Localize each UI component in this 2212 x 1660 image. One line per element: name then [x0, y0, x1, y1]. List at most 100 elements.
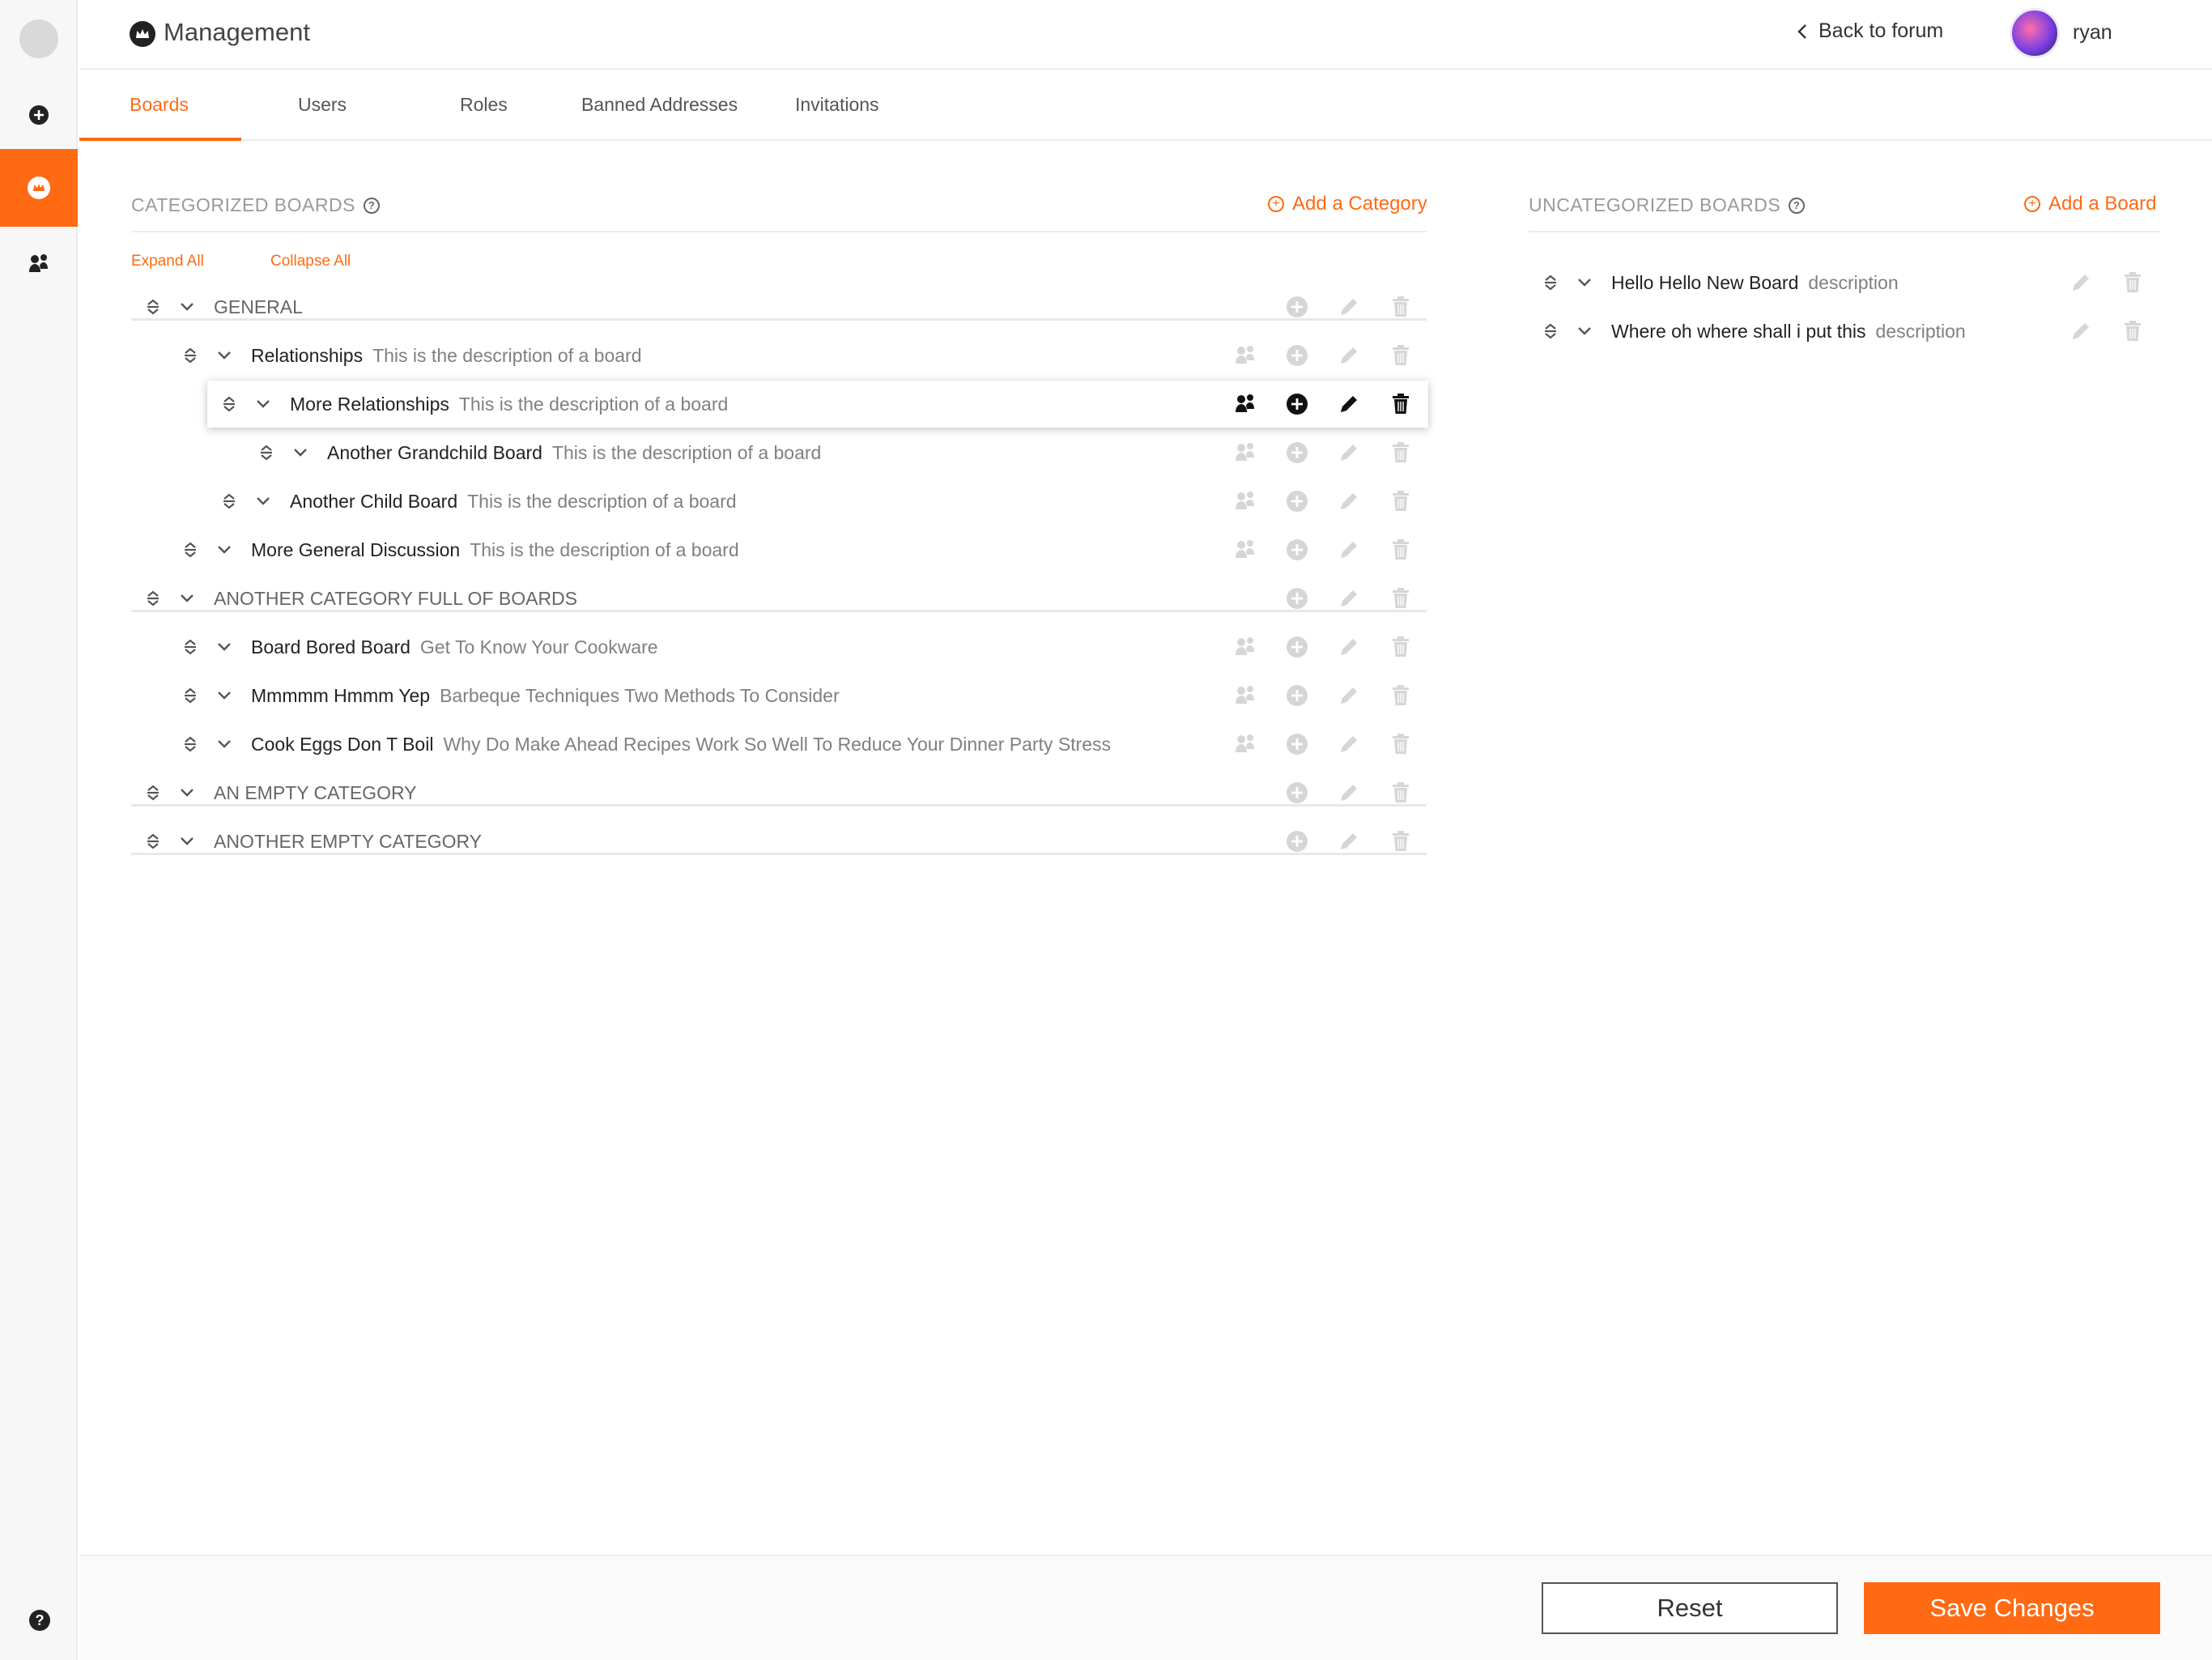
question-icon[interactable]: ?: [1789, 197, 1806, 214]
add-circle-icon[interactable]: [1285, 586, 1309, 611]
pencil-icon[interactable]: [1337, 392, 1361, 416]
board-row[interactable]: Hello Hello New Board description: [1542, 258, 1899, 307]
add-board-button[interactable]: + Add a Board: [2024, 193, 2156, 215]
tab-users[interactable]: Users: [298, 94, 347, 116]
trash-icon[interactable]: [1389, 732, 1413, 756]
drag-handle-icon[interactable]: [220, 492, 238, 510]
moderators-icon[interactable]: [1233, 635, 1257, 659]
moderators-icon[interactable]: [1233, 343, 1257, 368]
chevron-down-icon[interactable]: [256, 399, 270, 409]
tab-banned-addresses[interactable]: Banned Addresses: [581, 94, 738, 116]
chevron-down-icon[interactable]: [293, 448, 308, 458]
pencil-icon[interactable]: [1337, 683, 1361, 708]
tab-roles[interactable]: Roles: [460, 94, 508, 116]
chevron-down-icon[interactable]: [217, 545, 232, 555]
board-row[interactable]: Relationships This is the description of …: [181, 331, 642, 380]
pencil-icon[interactable]: [1337, 829, 1361, 853]
add-category-button[interactable]: + Add a Category: [1268, 193, 1427, 215]
rail-moderators-button[interactable]: [0, 225, 78, 303]
trash-icon[interactable]: [2121, 270, 2145, 295]
moderators-icon[interactable]: [1233, 441, 1257, 465]
board-row[interactable]: Mmmmm Hmmm Yep Barbeque Techniques Two Me…: [181, 671, 840, 720]
chevron-down-icon[interactable]: [180, 788, 194, 798]
drag-handle-icon[interactable]: [181, 735, 199, 753]
category-row[interactable]: ANOTHER CATEGORY FULL OF BOARDS: [144, 574, 587, 623]
pencil-icon[interactable]: [1337, 538, 1361, 562]
add-circle-icon[interactable]: [1285, 441, 1309, 465]
drag-handle-icon[interactable]: [181, 687, 199, 704]
pencil-icon[interactable]: [1337, 295, 1361, 319]
chevron-down-icon[interactable]: [217, 691, 232, 700]
tab-invitations[interactable]: Invitations: [795, 94, 879, 116]
drag-handle-icon[interactable]: [144, 298, 162, 316]
reset-button[interactable]: Reset: [1542, 1582, 1838, 1634]
chevron-down-icon[interactable]: [1577, 278, 1592, 287]
trash-icon[interactable]: [1389, 781, 1413, 805]
add-circle-icon[interactable]: [1285, 829, 1309, 853]
chevron-down-icon[interactable]: [217, 642, 232, 652]
chevron-down-icon[interactable]: [180, 302, 194, 312]
moderators-icon[interactable]: [1233, 489, 1257, 513]
pencil-icon[interactable]: [2069, 319, 2093, 343]
help-icon[interactable]: ?: [29, 1610, 50, 1631]
trash-icon[interactable]: [2121, 319, 2145, 343]
board-row[interactable]: More General Discussion This is the descr…: [181, 526, 739, 574]
add-circle-icon[interactable]: [1285, 538, 1309, 562]
collapse-all-link[interactable]: Collapse All: [270, 253, 351, 270]
moderators-icon[interactable]: [1233, 683, 1257, 708]
drag-handle-icon[interactable]: [181, 347, 199, 364]
moderators-icon[interactable]: [1233, 538, 1257, 562]
trash-icon[interactable]: [1389, 295, 1413, 319]
trash-icon[interactable]: [1389, 489, 1413, 513]
pencil-icon[interactable]: [2069, 270, 2093, 295]
board-row[interactable]: Cook Eggs Don T Boil Why Do Make Ahead Re…: [181, 720, 1111, 768]
board-row[interactable]: More Relationships This is the descriptio…: [220, 380, 728, 428]
add-circle-icon[interactable]: [1285, 635, 1309, 659]
add-circle-icon[interactable]: [1285, 781, 1309, 805]
board-row[interactable]: Where oh where shall i put this descripti…: [1542, 307, 1966, 355]
rail-add-button[interactable]: [0, 76, 78, 154]
drag-handle-icon[interactable]: [181, 638, 199, 656]
category-row[interactable]: AN EMPTY CATEGORY: [144, 768, 427, 817]
trash-icon[interactable]: [1389, 538, 1413, 562]
pencil-icon[interactable]: [1337, 781, 1361, 805]
add-circle-icon[interactable]: [1285, 489, 1309, 513]
save-changes-button[interactable]: Save Changes: [1864, 1582, 2160, 1634]
add-circle-icon[interactable]: [1285, 343, 1309, 368]
tab-boards[interactable]: Boards: [130, 94, 189, 116]
category-row[interactable]: GENERAL: [144, 283, 313, 331]
user-avatar[interactable]: [2010, 8, 2060, 58]
category-row[interactable]: ANOTHER EMPTY CATEGORY: [144, 817, 491, 866]
trash-icon[interactable]: [1389, 343, 1413, 368]
add-circle-icon[interactable]: [1285, 295, 1309, 319]
trash-icon[interactable]: [1389, 392, 1413, 416]
drag-handle-icon[interactable]: [144, 590, 162, 607]
moderators-icon[interactable]: [1233, 732, 1257, 756]
pencil-icon[interactable]: [1337, 441, 1361, 465]
board-row[interactable]: Another Grandchild Board This is the desc…: [257, 428, 821, 477]
drag-handle-icon[interactable]: [257, 444, 275, 462]
add-circle-icon[interactable]: [1285, 683, 1309, 708]
username[interactable]: ryan: [2073, 21, 2112, 45]
pencil-icon[interactable]: [1337, 732, 1361, 756]
drag-handle-icon[interactable]: [181, 541, 199, 559]
chevron-down-icon[interactable]: [217, 739, 232, 749]
rail-management-button[interactable]: [0, 149, 78, 227]
drag-handle-icon[interactable]: [144, 832, 162, 850]
drag-handle-icon[interactable]: [144, 784, 162, 802]
drag-handle-icon[interactable]: [1542, 322, 1559, 340]
expand-all-link[interactable]: Expand All: [131, 253, 204, 270]
pencil-icon[interactable]: [1337, 635, 1361, 659]
chevron-down-icon[interactable]: [180, 836, 194, 846]
pencil-icon[interactable]: [1337, 586, 1361, 611]
pencil-icon[interactable]: [1337, 343, 1361, 368]
drag-handle-icon[interactable]: [1542, 274, 1559, 292]
chevron-down-icon[interactable]: [256, 496, 270, 506]
board-row[interactable]: Another Child Board This is the descripti…: [220, 477, 737, 526]
chevron-down-icon[interactable]: [180, 594, 194, 603]
add-circle-icon[interactable]: [1285, 732, 1309, 756]
question-icon[interactable]: ?: [363, 197, 380, 214]
chevron-down-icon[interactable]: [217, 351, 232, 360]
trash-icon[interactable]: [1389, 683, 1413, 708]
drag-handle-icon[interactable]: [220, 395, 238, 413]
